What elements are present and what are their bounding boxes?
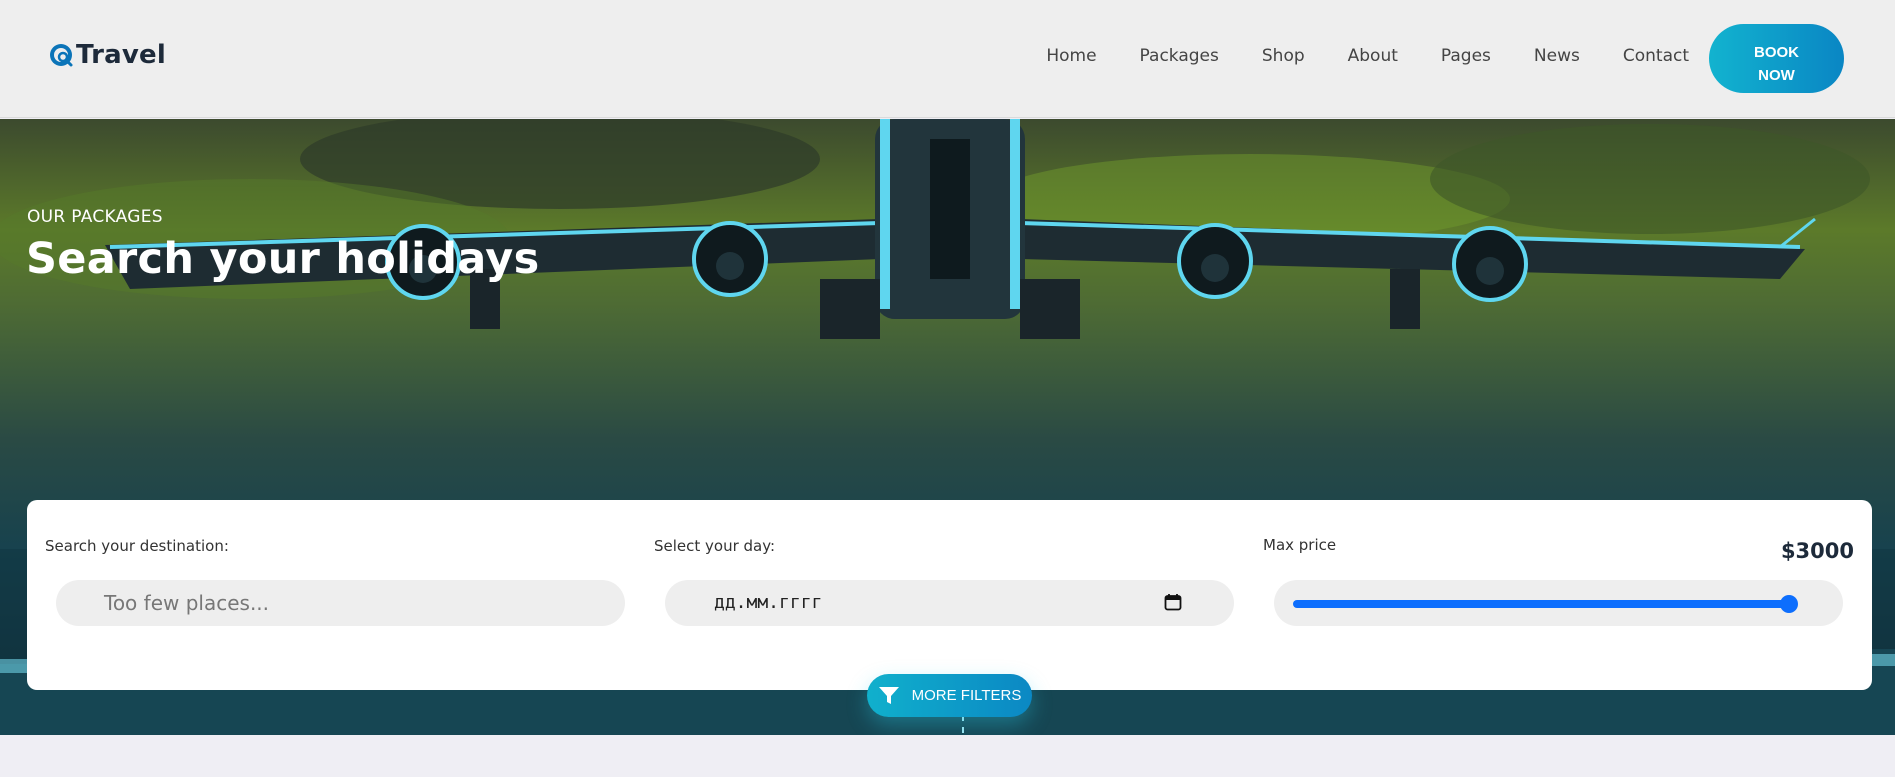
more-filters-button[interactable]: MORE FILTERS [867,674,1032,717]
max-price-value: $3000 [1780,539,1854,563]
book-now-label-line2: NOW [1758,67,1795,84]
site-header: Travel Home Packages Shop About Pages Ne… [0,0,1895,118]
day-label: Select your day: [654,537,776,555]
destination-placeholder: Too few places... [104,591,270,615]
logo[interactable]: Travel [48,40,166,70]
destination-input[interactable]: Too few places... [56,580,625,626]
hero-section: OUR PACKAGES Search your holidays Search… [0,119,1895,735]
nav-pages[interactable]: Pages [1441,46,1491,66]
calendar-icon[interactable] [1164,593,1182,611]
search-panel: Search your destination: Too few places.… [27,500,1872,690]
price-slider-track[interactable] [1293,600,1789,608]
more-filters-label: MORE FILTERS [911,687,1022,704]
max-price-label: Max price [1263,536,1337,554]
nav-about[interactable]: About [1348,46,1398,66]
nav-packages[interactable]: Packages [1140,46,1219,66]
hero-title: Search your holidays [26,234,540,284]
date-input[interactable]: дд.мм.гггг [665,580,1234,626]
nav-contact[interactable]: Contact [1623,46,1689,66]
main-nav: Home Packages Shop About Pages News Cont… [1003,46,1689,66]
nav-news[interactable]: News [1534,46,1580,66]
nav-shop[interactable]: Shop [1262,46,1305,66]
brand-name: Travel [76,40,166,70]
globe-search-icon [50,44,73,67]
price-slider-thumb[interactable] [1780,595,1798,613]
date-value: дд.мм.гггг [714,592,823,613]
filter-icon [878,686,899,704]
nav-home[interactable]: Home [1046,46,1096,66]
book-now-label-line1: BOOK [1754,44,1799,61]
book-now-button[interactable]: BOOK NOW [1709,24,1844,93]
price-slider[interactable] [1274,580,1843,626]
hero-eyebrow: OUR PACKAGES [27,207,163,227]
destination-label: Search your destination: [45,537,229,555]
